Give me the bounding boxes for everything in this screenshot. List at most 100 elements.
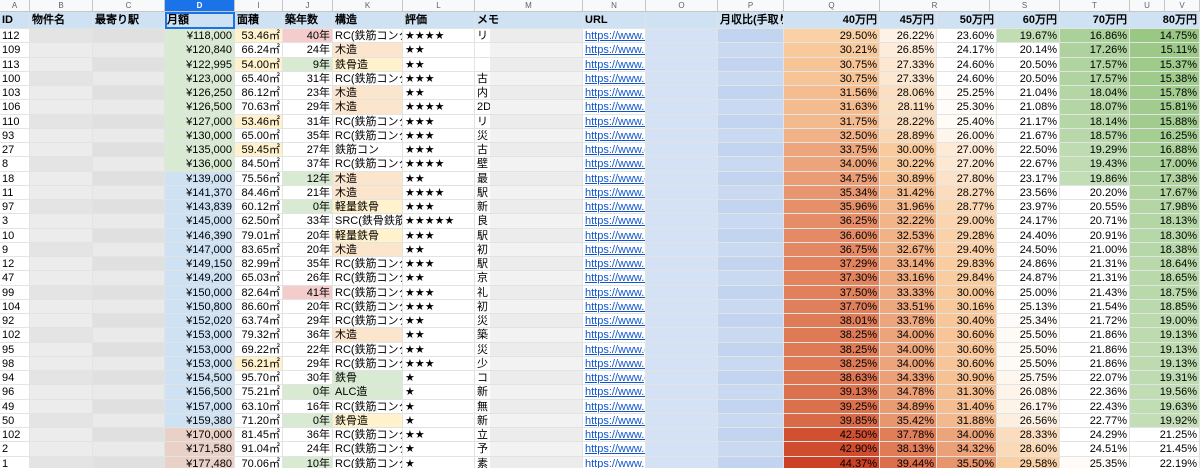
cell-id[interactable]: 11	[0, 185, 30, 200]
cell-p45[interactable]: 32.53%	[880, 228, 937, 243]
cell-o[interactable]	[646, 456, 718, 468]
cell-o[interactable]	[646, 257, 718, 272]
cell-p60[interactable]: 22.67%	[997, 157, 1060, 172]
cell-age[interactable]: 29年	[283, 356, 333, 371]
cell-p45[interactable]: 33.51%	[880, 299, 937, 314]
cell-rating[interactable]: ★★	[403, 328, 475, 343]
cell-area[interactable]: 59.45㎡	[235, 143, 283, 158]
cell-rent[interactable]: ¥159,380	[165, 413, 235, 428]
cell-income-ratio[interactable]	[718, 371, 784, 386]
cell-name[interactable]	[30, 342, 93, 357]
cell-o[interactable]	[646, 143, 718, 158]
cell-age[interactable]: 29年	[283, 100, 333, 115]
column-letter-j[interactable]: J	[283, 0, 333, 12]
cell-o[interactable]	[646, 171, 718, 186]
cell-station[interactable]	[93, 442, 165, 457]
cell-rating[interactable]: ★★★	[403, 200, 475, 215]
cell-id[interactable]: 9	[0, 242, 30, 257]
cell-url[interactable]: https://www.ho	[583, 271, 646, 286]
cell-station[interactable]	[93, 285, 165, 300]
cell-url[interactable]: https://www.ho	[583, 128, 646, 143]
cell-p45[interactable]: 34.00%	[880, 342, 937, 357]
cell-p40[interactable]: 37.29%	[784, 257, 880, 272]
cell-income-ratio[interactable]	[718, 185, 784, 200]
cell-area[interactable]: 63.10㎡	[235, 399, 283, 414]
cell-age[interactable]: 27年	[283, 143, 333, 158]
cell-area[interactable]: 53.46㎡	[235, 114, 283, 129]
cell-area[interactable]: 84.46㎡	[235, 185, 283, 200]
cell-p70[interactable]: 25.35%	[1060, 456, 1130, 468]
cell-p40[interactable]: 36.75%	[784, 242, 880, 257]
cell-rating[interactable]: ★★★	[403, 285, 475, 300]
cell-id[interactable]: 12	[0, 257, 30, 272]
cell-p50[interactable]: 30.00%	[937, 285, 997, 300]
cell-name[interactable]	[30, 356, 93, 371]
cell-age[interactable]: 35年	[283, 257, 333, 272]
cell-p80[interactable]: 15.81%	[1130, 100, 1200, 115]
cell-url[interactable]: https://www.ho	[583, 442, 646, 457]
cell-structure[interactable]: RC(鉄筋コンクリ	[333, 71, 403, 86]
cell-url[interactable]: https://www.ho	[583, 57, 646, 72]
cell-url[interactable]: https://www.go	[583, 171, 646, 186]
cell-rent[interactable]: ¥157,000	[165, 399, 235, 414]
cell-o[interactable]	[646, 214, 718, 229]
cell-area[interactable]: 84.50㎡	[235, 157, 283, 172]
cell-p80[interactable]: 18.13%	[1130, 214, 1200, 229]
cell-p60[interactable]: 29.58%	[997, 456, 1060, 468]
cell-structure[interactable]: RC(鉄筋コンクリ	[333, 428, 403, 443]
cell-structure[interactable]: 木造	[333, 86, 403, 101]
cell-rating[interactable]: ★★★★	[403, 29, 475, 44]
cell-rating[interactable]: ★★	[403, 57, 475, 72]
cell-p45[interactable]: 37.78%	[880, 428, 937, 443]
cell-area[interactable]: 71.20㎡	[235, 413, 283, 428]
cell-url[interactable]: https://www.ho	[583, 314, 646, 329]
cell-p50[interactable]: 29.28%	[937, 228, 997, 243]
cell-rating[interactable]: ★★★	[403, 228, 475, 243]
cell-o[interactable]	[646, 285, 718, 300]
cell-p40[interactable]: 39.13%	[784, 385, 880, 400]
cell-structure[interactable]: 軽量鉄骨	[333, 200, 403, 215]
cell-p70[interactable]: 17.57%	[1060, 71, 1130, 86]
cell-income-ratio[interactable]	[718, 442, 784, 457]
cell-p50[interactable]: 29.83%	[937, 257, 997, 272]
cell-income-ratio[interactable]	[718, 86, 784, 101]
cell-p40[interactable]: 31.75%	[784, 114, 880, 129]
cell-id[interactable]: 104	[0, 299, 30, 314]
cell-structure[interactable]: 鉄筋コン	[333, 143, 403, 158]
cell-name[interactable]	[30, 228, 93, 243]
cell-p40[interactable]: 37.50%	[784, 285, 880, 300]
cell-rating[interactable]: ★	[403, 442, 475, 457]
cell-p50[interactable]: 24.60%	[937, 71, 997, 86]
cell-rating[interactable]: ★★	[403, 171, 475, 186]
cell-p45[interactable]: 31.42%	[880, 185, 937, 200]
cell-station[interactable]	[93, 328, 165, 343]
cell-p70[interactable]: 20.55%	[1060, 200, 1130, 215]
cell-id[interactable]: 99	[0, 285, 30, 300]
cell-o[interactable]	[646, 128, 718, 143]
cell-area[interactable]: 70.06㎡	[235, 456, 283, 468]
cell-area[interactable]: 81.45㎡	[235, 428, 283, 443]
header-blank[interactable]	[646, 12, 718, 29]
cell-id[interactable]: 27	[0, 143, 30, 158]
cell-p40[interactable]: 38.25%	[784, 342, 880, 357]
cell-rating[interactable]: ★★	[403, 86, 475, 101]
header-p60[interactable]: 60万円	[997, 12, 1060, 29]
cell-p40[interactable]: 34.75%	[784, 171, 880, 186]
column-letter-k[interactable]: K	[333, 0, 403, 12]
cell-p70[interactable]: 17.57%	[1060, 57, 1130, 72]
cell-rent[interactable]: ¥126,250	[165, 86, 235, 101]
cell-id[interactable]: 102	[0, 428, 30, 443]
cell-url[interactable]: https://www.ho	[583, 385, 646, 400]
cell-o[interactable]	[646, 57, 718, 72]
cell-name[interactable]	[30, 86, 93, 101]
cell-p45[interactable]: 28.11%	[880, 100, 937, 115]
cell-area[interactable]: 60.12㎡	[235, 200, 283, 215]
cell-name[interactable]	[30, 285, 93, 300]
cell-station[interactable]	[93, 399, 165, 414]
cell-age[interactable]: 0年	[283, 200, 333, 215]
cell-p60[interactable]: 26.56%	[997, 413, 1060, 428]
cell-area[interactable]: 91.04㎡	[235, 442, 283, 457]
cell-area[interactable]: 86.12㎡	[235, 86, 283, 101]
cell-p60[interactable]: 24.87%	[997, 271, 1060, 286]
cell-income-ratio[interactable]	[718, 114, 784, 129]
